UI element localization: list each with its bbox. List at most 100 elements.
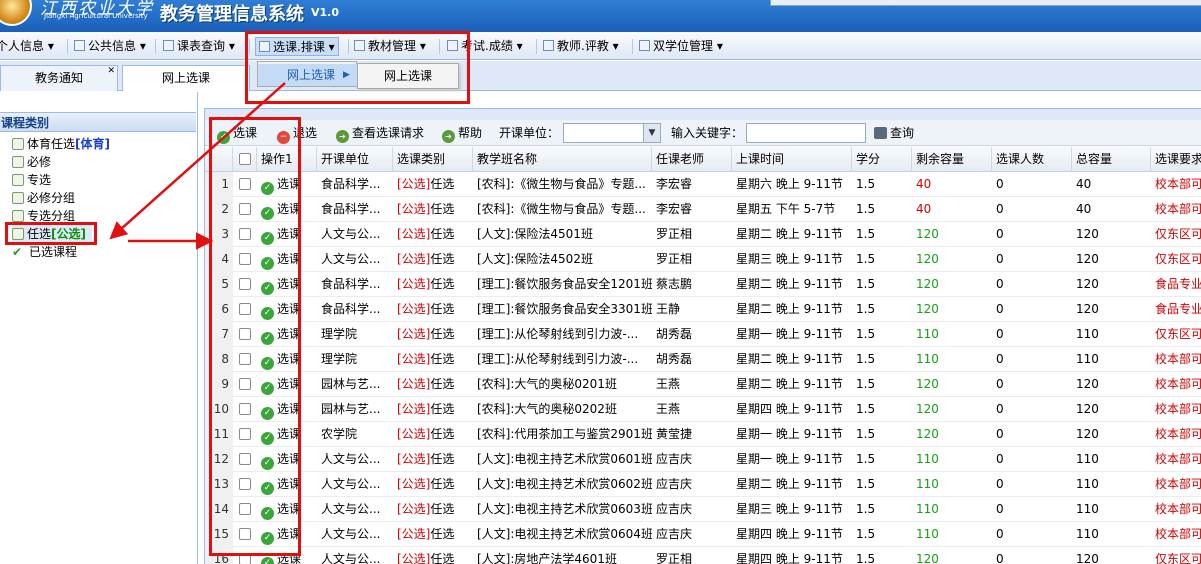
- row-checkbox[interactable]: [233, 522, 257, 547]
- view-requests-button[interactable]: ➔ 查看选课请求: [336, 124, 424, 143]
- close-icon[interactable]: ✕: [107, 59, 115, 83]
- select-course-link[interactable]: ✓ 选课: [257, 272, 317, 297]
- tree-item-elective-group[interactable]: 专选分组: [12, 207, 75, 225]
- column-header-class-name[interactable]: 教学班名称: [473, 147, 652, 172]
- table-row[interactable]: 12 ✓ 选课 人文与公... [公选]任选 [人文]:电视主持艺术欣赏0601班 应吉庆星…: [205, 447, 1201, 472]
- column-header-time[interactable]: 上课时间: [732, 147, 852, 172]
- row-checkbox[interactable]: [233, 297, 257, 322]
- tree-item-required-group[interactable]: 必修分组: [12, 189, 75, 207]
- tab-academic-notice[interactable]: 教务通知 ✕: [0, 65, 118, 91]
- drop-course-button[interactable]: − 退选: [277, 124, 317, 144]
- select-course-link[interactable]: ✓ 选课: [257, 222, 317, 247]
- row-checkbox[interactable]: [233, 547, 257, 564]
- row-select-checkbox[interactable]: [239, 353, 251, 365]
- row-checkbox[interactable]: [233, 247, 257, 272]
- row-checkbox[interactable]: [233, 447, 257, 472]
- tree-item-major-elective[interactable]: 专选: [12, 171, 51, 189]
- table-row[interactable]: 1 ✓ 选课 食品科学... [公选]任选 [农科]:《微生物与食品》专题... 李宏睿 星期…: [205, 172, 1201, 197]
- row-checkbox[interactable]: [233, 197, 257, 222]
- table-row[interactable]: 2 ✓ 选课 食品科学... [公选]任选 [农科]:《微生物与食品》专题... 李宏睿 星期…: [205, 197, 1201, 222]
- select-all-checkbox[interactable]: [238, 153, 251, 165]
- tree-item-pe-elective[interactable]: 体育任选[体育]: [12, 135, 110, 153]
- table-row[interactable]: 15 ✓ 选课 人文与公... [公选]任选 [人文]:电视主持艺术欣赏0604班 应吉庆星…: [205, 522, 1201, 547]
- row-checkbox[interactable]: [233, 347, 257, 372]
- row-select-checkbox[interactable]: [239, 303, 251, 315]
- table-row[interactable]: 16 ✓ 选课 人文与公... [公选]任选 [人文]:房地产法学4601班 罗正相 星期四 …: [205, 547, 1201, 564]
- table-row[interactable]: 5 ✓ 选课 食品科学... [公选]任选 [理工]:餐饮服务食品安全1201班 蔡志鹏 星期…: [205, 272, 1201, 297]
- row-checkbox[interactable]: [233, 397, 257, 422]
- row-select-checkbox[interactable]: [239, 328, 251, 340]
- row-checkbox[interactable]: [233, 322, 257, 347]
- table-row[interactable]: 10 ✓ 选课 园林与艺... [公选]任选 [农科]:大气的奥秘0202班 王燕 星期四 晚…: [205, 397, 1201, 422]
- row-checkbox[interactable]: [233, 497, 257, 522]
- row-select-checkbox[interactable]: [239, 403, 251, 415]
- menu-exam-grades[interactable]: 考试.成绩 ▾: [447, 37, 523, 56]
- table-row[interactable]: 4 ✓ 选课 人文与公... [公选]任选 [人文]:保险法4502班 罗正相 星期三 晚上 …: [205, 247, 1201, 272]
- row-checkbox[interactable]: [233, 222, 257, 247]
- row-select-checkbox[interactable]: [239, 503, 251, 515]
- tree-item-selected-courses[interactable]: ✔ 已选课程: [12, 243, 77, 261]
- select-course-link[interactable]: ✓ 选课: [257, 447, 317, 472]
- row-select-checkbox[interactable]: [239, 203, 251, 215]
- row-select-checkbox[interactable]: [239, 178, 251, 190]
- select-course-link[interactable]: ✓ 选课: [257, 372, 317, 397]
- row-select-checkbox[interactable]: [239, 228, 251, 240]
- select-course-link[interactable]: ✓ 选课: [257, 322, 317, 347]
- select-course-link[interactable]: ✓ 选课: [257, 197, 317, 222]
- column-header-credit[interactable]: 学分: [852, 147, 912, 172]
- table-row[interactable]: 3 ✓ 选课 人文与公... [公选]任选 [人文]:保险法4501班 罗正相 星期二 晚上 …: [205, 222, 1201, 247]
- column-header-requirement[interactable]: 选课要求: [1151, 147, 1201, 172]
- tab-online-selection[interactable]: 网上选课: [122, 65, 250, 91]
- menu-personal-info[interactable]: 个人信息 ▾: [0, 37, 54, 56]
- select-course-link[interactable]: ✓ 选课: [257, 247, 317, 272]
- select-course-button[interactable]: ✓ 选课: [217, 124, 257, 144]
- select-course-link[interactable]: ✓ 选课: [257, 522, 317, 547]
- row-select-checkbox[interactable]: [239, 253, 251, 265]
- column-header-unit[interactable]: 开课单位: [317, 147, 393, 172]
- menu-double-degree[interactable]: 双学位管理 ▾: [639, 37, 723, 56]
- select-course-link[interactable]: ✓ 选课: [257, 422, 317, 447]
- row-select-checkbox[interactable]: [239, 378, 251, 390]
- column-header-total[interactable]: 总容量: [1072, 147, 1151, 172]
- row-select-checkbox[interactable]: [239, 553, 251, 564]
- select-course-link[interactable]: ✓ 选课: [257, 397, 317, 422]
- row-checkbox[interactable]: [233, 272, 257, 297]
- row-checkbox[interactable]: [233, 372, 257, 397]
- column-header-checkbox[interactable]: [233, 147, 257, 172]
- table-row[interactable]: 13 ✓ 选课 人文与公... [公选]任选 [人文]:电视主持艺术欣赏0602班 应吉庆星…: [205, 472, 1201, 497]
- menu-public-info[interactable]: 公共信息 ▾: [74, 37, 146, 56]
- menu-timetable[interactable]: 课表查询 ▾: [163, 37, 235, 56]
- row-checkbox[interactable]: [233, 422, 257, 447]
- row-checkbox[interactable]: [233, 172, 257, 197]
- menu-teacher-eval[interactable]: 教师.评教 ▾: [543, 37, 619, 56]
- unit-select[interactable]: ▼: [563, 123, 661, 143]
- query-button[interactable]: 查询: [874, 124, 914, 142]
- column-header-enrolled[interactable]: 选课人数: [992, 147, 1072, 172]
- table-row[interactable]: 9 ✓ 选课 园林与艺... [公选]任选 [农科]:大气的奥秘0201班 王燕 星期二 晚上…: [205, 372, 1201, 397]
- row-select-checkbox[interactable]: [239, 528, 251, 540]
- column-header-teacher[interactable]: 任课老师: [652, 147, 732, 172]
- table-row[interactable]: 7 ✓ 选课 理学院 [公选]任选 [理工]:从伦琴射线到引力波-... 胡秀磊 星期一 晚上…: [205, 322, 1201, 347]
- column-header-action[interactable]: 操作1: [257, 147, 317, 172]
- submenu-online-selection[interactable]: 网上选课: [357, 63, 459, 89]
- row-checkbox[interactable]: [233, 472, 257, 497]
- select-course-link[interactable]: ✓ 选课: [257, 547, 317, 564]
- keyword-input[interactable]: [746, 123, 866, 143]
- tree-item-required[interactable]: 必修: [12, 153, 51, 171]
- row-select-checkbox[interactable]: [239, 478, 251, 490]
- column-header-remaining[interactable]: 剩余容量: [912, 147, 992, 172]
- menu-textbook[interactable]: 教材管理 ▾: [354, 37, 426, 56]
- row-select-checkbox[interactable]: [239, 453, 251, 465]
- table-row[interactable]: 14 ✓ 选课 人文与公... [公选]任选 [人文]:电视主持艺术欣赏0603班 应吉庆星…: [205, 497, 1201, 522]
- select-course-link[interactable]: ✓ 选课: [257, 172, 317, 197]
- menu-course-selection[interactable]: 选课.排课 ▾: [255, 37, 339, 56]
- table-row[interactable]: 8 ✓ 选课 理学院 [公选]任选 [理工]:从伦琴射线到引力波-... 胡秀磊 星期二 晚上…: [205, 347, 1201, 372]
- row-select-checkbox[interactable]: [239, 278, 251, 290]
- column-header-category[interactable]: 选课类别: [393, 147, 473, 172]
- select-course-link[interactable]: ✓ 选课: [257, 347, 317, 372]
- select-course-link[interactable]: ✓ 选课: [257, 497, 317, 522]
- tree-item-public-elective[interactable]: 任选[公选]: [12, 225, 92, 243]
- row-select-checkbox[interactable]: [239, 428, 251, 440]
- select-course-link[interactable]: ✓ 选课: [257, 472, 317, 497]
- select-course-link[interactable]: ✓ 选课: [257, 297, 317, 322]
